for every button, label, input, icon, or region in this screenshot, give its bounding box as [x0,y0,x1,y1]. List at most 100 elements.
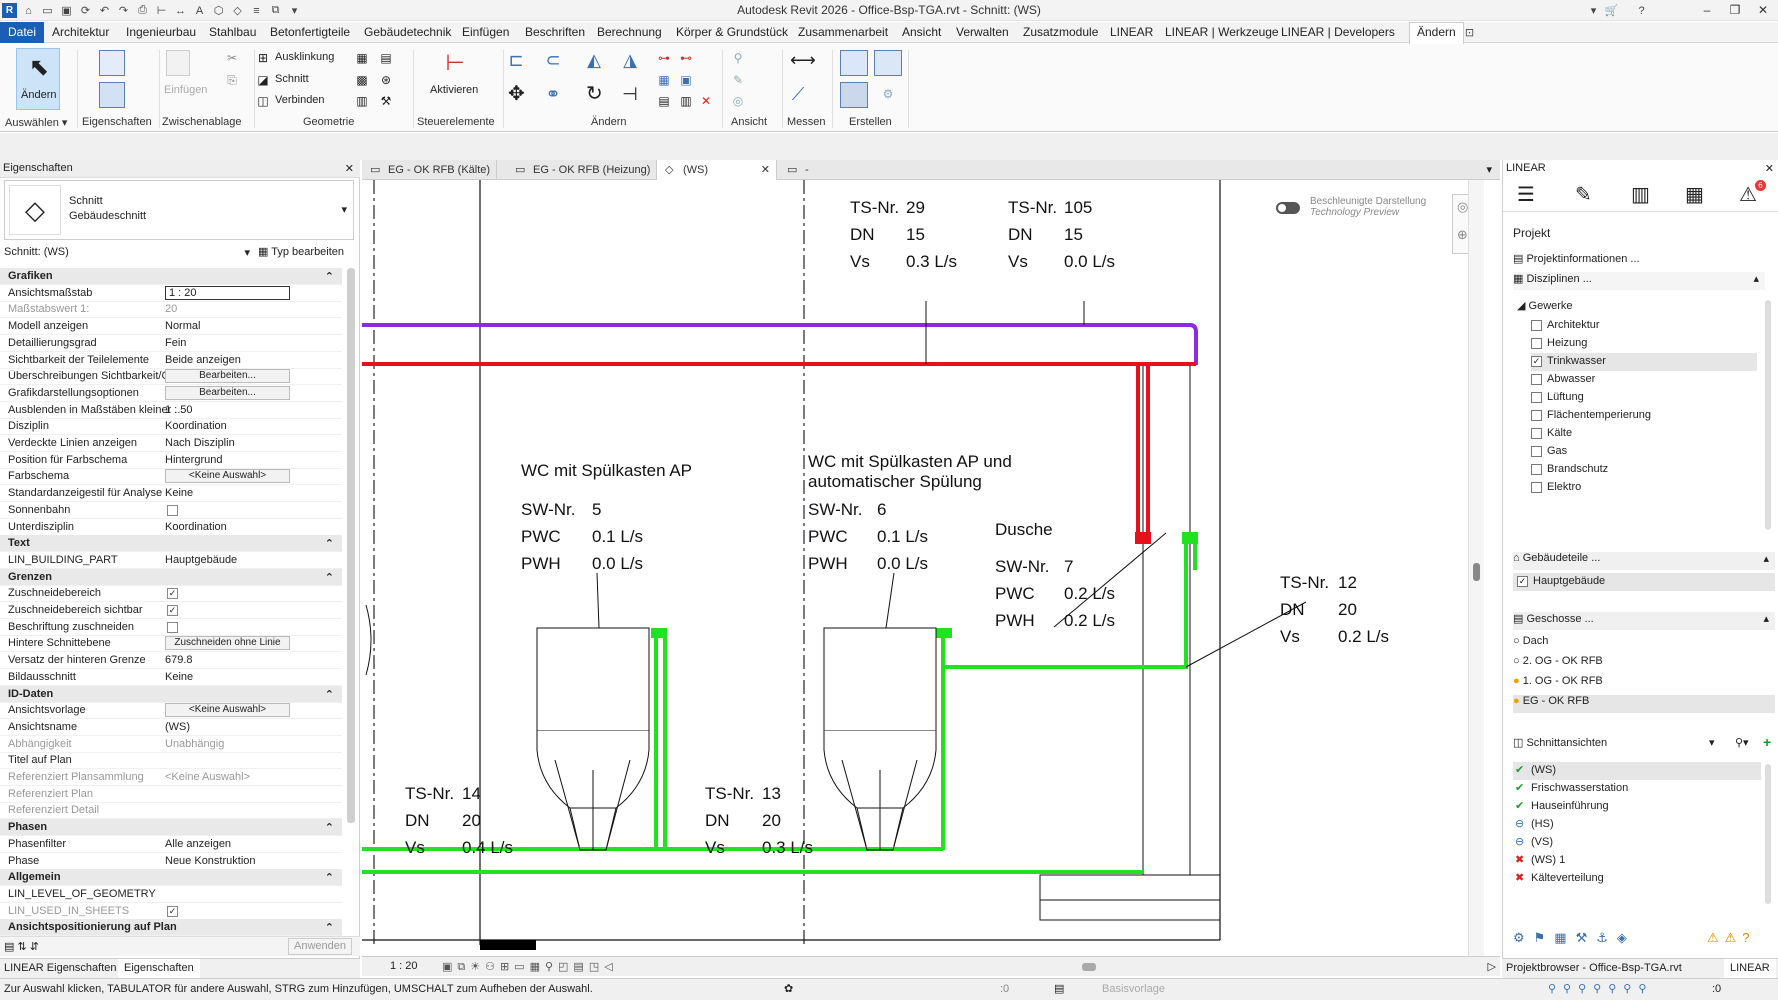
property-row[interactable]: Bildausschnitt Keine [0,669,342,686]
tab-ansicht[interactable]: Ansicht [902,25,941,39]
apply-button[interactable]: Anwenden [288,938,352,955]
move-icon[interactable]: ✥ [508,84,525,104]
properties-icon[interactable] [99,50,125,76]
view-tool-1-icon[interactable]: ⚲ [730,50,746,66]
checkbox[interactable] [1531,338,1542,349]
offset-icon[interactable]: ⊂ [545,51,561,69]
collapse-icon[interactable]: ⌃ [325,270,334,283]
minimize-button[interactable]: – [1694,1,1720,20]
sync-status-icon[interactable]: ✿ [784,982,793,995]
tab-view-kaelte[interactable]: ▭ EG - OK RFB (Kälte) [362,160,498,180]
view-control-icons[interactable]: ▣⧉☀⚇⊞▭▦⚲◰▤◳◁ [442,960,618,974]
property-row[interactable]: Detaillierungsgrad Fein [0,335,342,352]
trim-icon[interactable]: ⊣ [622,85,638,103]
property-row[interactable]: Sonnenbahn [0,502,342,519]
tab-view-more[interactable]: ▭ - [779,160,815,180]
close-icon[interactable]: ✕ [761,163,770,176]
trade-item[interactable]: Architektur [1531,317,1757,335]
property-row[interactable]: Referenziert Detail [0,802,342,820]
pin-icon[interactable]: ▤ [656,93,672,109]
join-button[interactable]: Verbinden [275,94,325,106]
edit-type-button[interactable]: ▦ Typ bearbeiten [258,245,344,261]
cistern-2[interactable] [823,627,937,732]
create-similar-icon[interactable]: ⚙ [880,86,896,102]
checkbox[interactable]: ✓ [1531,356,1542,367]
tab-gebaeudetechnik[interactable]: Gebäudetechnik [364,25,451,39]
trade-item[interactable]: Brandschutz [1531,461,1757,479]
property-row[interactable]: LIN_USED_IN_SHEETS ✓ [0,903,342,920]
tab-view-ws[interactable]: ◇ (WS) ✕ [657,160,777,180]
building-part-main[interactable]: ✓ Hauptgebäude [1513,573,1775,591]
drawing-canvas[interactable]: TS-Nr. 29 DN 15 Vs 0.3 L/s TS-Nr. 105 DN… [362,180,1484,956]
scale-icon[interactable]: ▣ [678,72,694,88]
section-view-item[interactable]: ⊖ (HS) [1513,816,1761,834]
panel-toggle-icon[interactable]: ⊡ [1462,25,1477,40]
cope-button[interactable]: Ausklinkung [275,51,334,63]
checkbox[interactable] [1531,320,1542,331]
tab-verwalten[interactable]: Verwalten [956,25,1009,39]
levels-header[interactable]: ▤ Geschosse ... ▴ [1513,612,1775,630]
properties-scrollbar[interactable] [347,268,355,823]
geometry-tool-2-icon[interactable]: ▤ [378,50,394,66]
chevron-down-icon[interactable]: ▾ [1709,736,1715,749]
cart-icon[interactable]: 🛒 [1604,3,1619,18]
create-part-icon[interactable] [840,50,868,76]
menu-icon[interactable]: ☰ [1517,182,1535,207]
trade-item[interactable]: Flächentemperierung [1531,407,1757,425]
tab-einfuegen[interactable]: Einfügen [462,25,509,39]
view-tool-3-icon[interactable]: ◎ [730,93,746,109]
tab-beschriften[interactable]: Beschriften [525,25,585,39]
tab-zusammenarbeit[interactable]: Zusammenarbeit [798,25,888,39]
tab-koerper-grundstueck[interactable]: Körper & Grundstück [676,25,788,39]
property-section[interactable]: Phasen ⌃ [0,819,342,837]
collapse-icon[interactable]: ⌃ [325,571,334,584]
checkbox[interactable] [1531,464,1542,475]
property-row[interactable]: Phasenfilter Alle anzeigen [0,836,342,853]
array-icon[interactable]: ▦ [656,72,672,88]
property-section[interactable]: Text ⌃ [0,535,342,553]
property-row[interactable]: Maßstabswert 1: 20 [0,301,342,319]
edit-icon[interactable]: ✎ [1575,182,1592,207]
property-row[interactable]: Sichtbarkeit der Teilelemente Beide anzei… [0,352,342,369]
horizontal-scrollbar-thumb[interactable] [1082,963,1096,971]
property-row[interactable]: Versatz der hinteren Grenze 679.8 [0,652,342,670]
close-button[interactable]: ✕ [1750,1,1776,20]
collapse-icon[interactable]: ⌃ [325,537,334,550]
property-section[interactable]: Ansichtspositionierung auf Plan ⌃ [0,919,342,936]
paint-icon[interactable]: ⚒ [378,93,394,109]
collapse-icon[interactable]: ⌃ [325,688,334,701]
tab-project-browser[interactable]: Projektbrowser - Office-Bsp-TGA.rvt [1506,962,1682,974]
section-view-item[interactable]: ✔ Frischwasserstation [1513,780,1761,798]
property-row[interactable]: Phase Neue Konstruktion [0,853,342,870]
add-icon[interactable]: + [1763,734,1771,750]
collapse-icon[interactable]: ▴ [1763,552,1769,565]
property-row[interactable]: Ausblenden in Maßstäben kleiner ... 1 : 5… [0,402,342,419]
property-button[interactable]: Bearbeiten... [165,385,290,400]
level-row[interactable]: ● 1. OG - OK RFB [1513,675,1778,693]
tab-file[interactable]: Datei [0,22,45,43]
instance-selector[interactable]: Schnitt: (WS) ▾ [4,246,252,262]
section-view-item[interactable]: ✖ Kälteverteilung [1513,870,1761,888]
section-views-header[interactable]: ◫ Schnittansichten ▾ ⚲▾ + [1513,734,1775,754]
geometry-tool-1-icon[interactable]: ▦ [354,50,370,66]
section-view-item[interactable]: ✖ (WS) 1 [1513,852,1761,870]
property-row[interactable]: Verdeckte Linien anzeigen Nach Disziplin [0,435,342,452]
tab-betonfertigteile[interactable]: Betonfertigteile [270,25,350,39]
mirror-draw-icon[interactable]: ◮ [622,51,638,69]
trade-item[interactable]: Elektro [1531,479,1757,497]
tab-linear[interactable]: LINEAR [1110,25,1153,39]
section-view-item[interactable]: ✔ (WS) [1513,762,1761,780]
property-section[interactable]: ID-Daten ⌃ [0,685,342,703]
split-icon[interactable]: ⊶ [656,50,672,66]
tab-aendern[interactable]: Ändern [1409,22,1464,44]
align-icon[interactable]: ⊏ [508,51,524,69]
collapse-icon[interactable]: ⌃ [325,871,334,884]
activate-button[interactable]: Aktivieren [430,84,478,96]
unpin-icon[interactable]: ▥ [678,93,694,109]
property-button[interactable]: Bearbeiten... [165,369,290,384]
property-row[interactable]: Zuschneidebereich ✓ [0,585,342,603]
scrollbar-thumb[interactable] [1473,563,1480,581]
trade-item[interactable]: Heizung [1531,335,1757,353]
trade-item[interactable]: Lüftung [1531,389,1757,407]
split-gap-icon[interactable]: ⊷ [678,50,694,66]
